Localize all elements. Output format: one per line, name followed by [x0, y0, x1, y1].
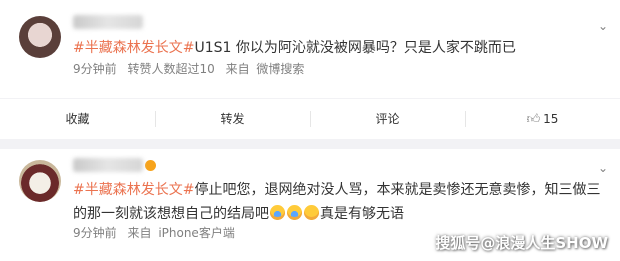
topic-link[interactable]: #半藏森林发长文# — [73, 182, 194, 198]
username-blurred[interactable] — [73, 14, 143, 30]
watermark: 搜狐号@浪漫人生SHOW — [435, 234, 608, 252]
sad-emoji-icon — [287, 205, 302, 220]
username-blurred[interactable] — [73, 157, 156, 173]
post-time[interactable]: 9分钟前 — [73, 226, 117, 240]
vip-badge-icon — [145, 159, 156, 171]
post-meta: 9分钟前 转赞人数超过10 来自 微博搜索 — [73, 60, 311, 77]
tired-emoji-icon — [304, 205, 319, 220]
like-count: 15 — [543, 112, 559, 126]
post-source[interactable]: iPhone客户端 — [158, 226, 235, 240]
post-meta: 9分钟前 来自 iPhone客户端 — [73, 224, 242, 241]
post-body: U1S1 你以为阿沁就没被网暴吗？只是人家不跳而已 — [194, 40, 516, 56]
weibo-post-1: ⌄ #半藏森林发长文#U1S1 你以为阿沁就没被网暴吗？只是人家不跳而已 9分钟… — [0, 0, 620, 139]
chevron-down-icon[interactable]: ⌄ — [598, 162, 608, 174]
thumbs-up-icon: 👍︎ — [526, 112, 541, 127]
avatar[interactable] — [19, 160, 61, 202]
weibo-post-2: ⌄ #半藏森林发长文#停止吧您，退网绝对没人骂，本来就是卖惨还无意卖惨，知三做三… — [0, 149, 620, 261]
comment-button[interactable]: 评论 — [310, 105, 465, 140]
post-body-tail: 真是有够无语 — [320, 206, 404, 222]
topic-link[interactable]: #半藏森林发长文# — [73, 40, 194, 56]
post-time[interactable]: 9分钟前 — [73, 62, 117, 76]
avatar[interactable] — [19, 16, 61, 58]
sad-emoji-icon — [270, 205, 285, 220]
source-prefix: 来自 — [127, 226, 152, 240]
like-button[interactable]: 👍︎ 15 — [465, 105, 620, 140]
collect-button[interactable]: 收藏 — [0, 105, 155, 140]
post-text: #半藏森林发长文#U1S1 你以为阿沁就没被网暴吗？只是人家不跳而已 — [73, 36, 605, 60]
post-text: #半藏森林发长文#停止吧您，退网绝对没人骂，本来就是卖惨还无意卖惨，知三做三的那… — [73, 178, 605, 226]
action-bar: 收藏 转发 评论 👍︎ 15 — [0, 98, 620, 140]
repost-button[interactable]: 转发 — [155, 105, 310, 140]
post-source[interactable]: 微博搜索 — [256, 62, 304, 76]
repost-count: 转赞人数超过10 — [127, 62, 215, 76]
source-prefix: 来自 — [225, 62, 250, 76]
chevron-down-icon[interactable]: ⌄ — [598, 20, 608, 32]
